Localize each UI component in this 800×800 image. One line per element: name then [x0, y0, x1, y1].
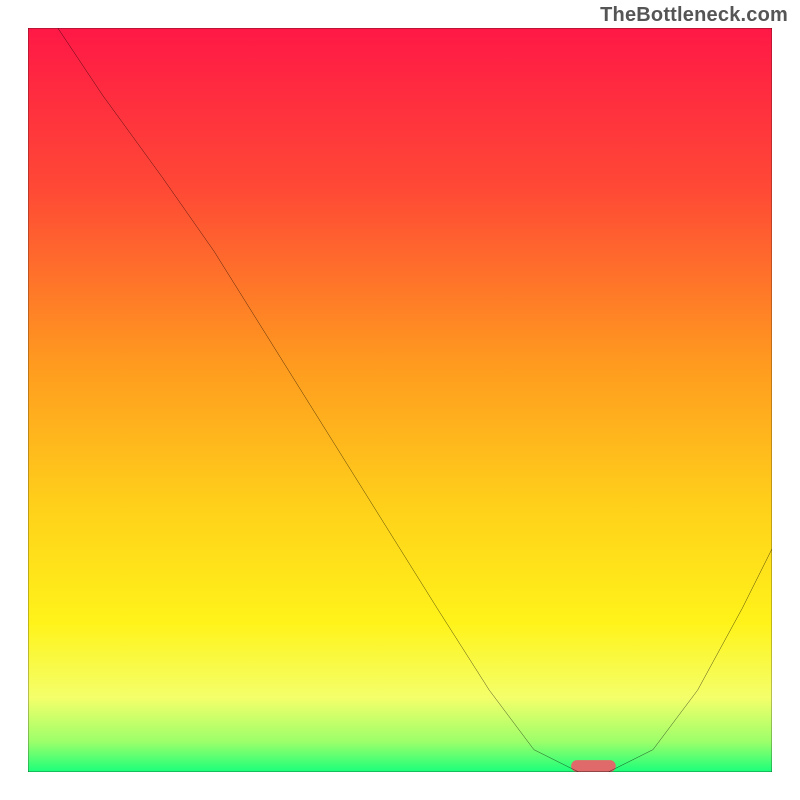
watermark-text: TheBottleneck.com [600, 4, 788, 27]
chart-svg [28, 28, 772, 772]
optimum-marker [571, 760, 616, 772]
chart-canvas [28, 28, 772, 772]
gradient-background [28, 28, 772, 772]
